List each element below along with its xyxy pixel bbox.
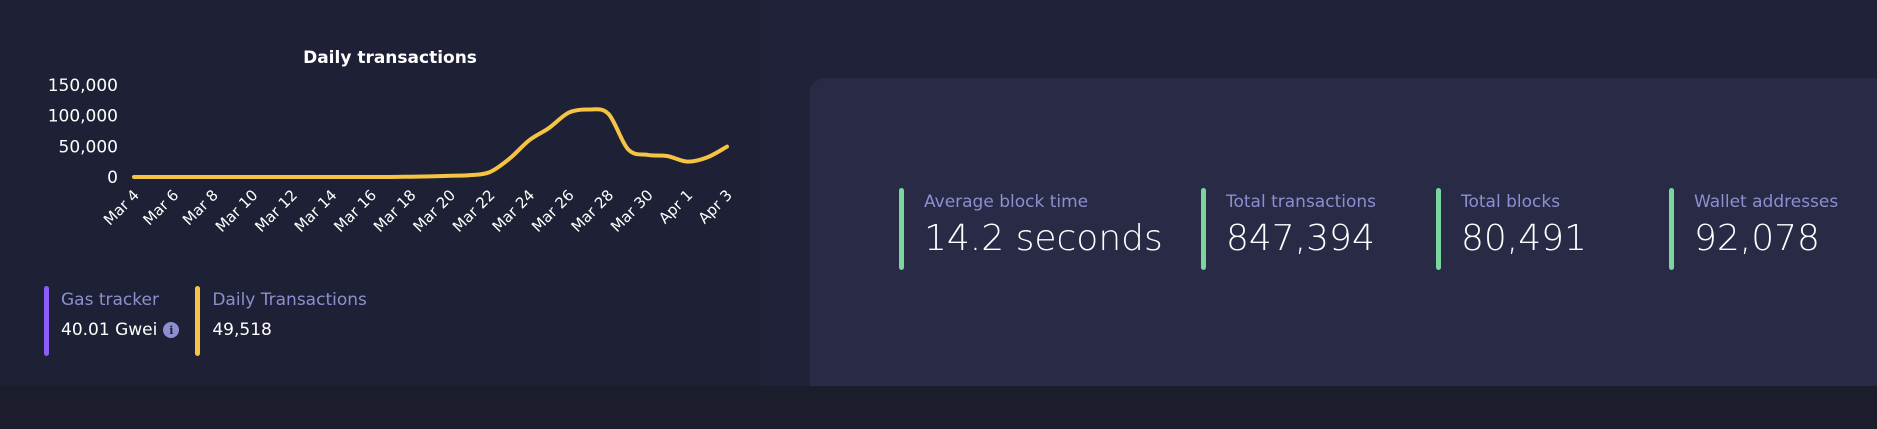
- x-tick-label: Mar 30: [607, 186, 657, 236]
- total-blocks-label: Total blocks: [1461, 192, 1561, 212]
- wallet-addresses-value: 92,078: [1694, 218, 1820, 259]
- gas-tracker-value-row: 40.01 Gwei i: [61, 320, 180, 340]
- wallet-addresses-label: Wallet addresses: [1694, 192, 1839, 212]
- total-blocks-value: 80,491: [1461, 218, 1587, 259]
- daily-transactions-chart: 150,000100,00050,0000Mar 4Mar 6Mar 8Mar …: [48, 76, 736, 236]
- x-tick-label: Mar 24: [489, 186, 539, 236]
- total-transactions-label: Total transactions: [1226, 192, 1376, 212]
- daily-transactions-value-row: 49,518: [212, 320, 367, 340]
- daily-transactions-stat: Daily Transactions 49,518: [195, 286, 367, 356]
- series-line: [132, 107, 729, 180]
- x-tick-label: Mar 12: [251, 186, 301, 236]
- x-tick-label: Mar 10: [212, 186, 262, 236]
- y-tick-label: 100,000: [48, 107, 118, 127]
- stats-header: Daily transactions 150,000 100,000 50,000 0…: [0, 0, 1877, 386]
- average-block-time-label: Average block time: [924, 192, 1089, 212]
- x-tick-label: Mar 28: [568, 186, 618, 236]
- daily-transactions-chart-card: Daily transactions 150,000 100,000 50,000 0…: [0, 0, 760, 386]
- x-tick-label: Mar 26: [528, 186, 578, 236]
- wallet-addresses-stat: Wallet addresses 92,078: [1669, 188, 1838, 270]
- info-icon[interactable]: i: [163, 322, 180, 338]
- gas-tracker-accent-bar: [44, 286, 49, 356]
- stat-accent-bar: [899, 188, 904, 270]
- total-blocks-stat: Total blocks 80,491: [1436, 188, 1587, 270]
- daily-transactions-label: Daily Transactions: [212, 290, 367, 310]
- total-transactions-stat: Total transactions 847,394: [1201, 188, 1376, 270]
- mini-stats: Gas tracker 40.01 Gwei i Daily Transacti…: [44, 286, 367, 356]
- x-tick-label: Mar 22: [449, 186, 499, 236]
- average-block-time-value: 14.2 seconds: [924, 218, 1163, 259]
- y-tick-label: 150,000: [48, 76, 118, 96]
- x-tick-label: Mar 16: [330, 186, 380, 236]
- total-transactions-value: 847,394: [1226, 218, 1375, 259]
- x-tick-label: Mar 14: [291, 186, 341, 236]
- x-tick-label: Mar 6: [139, 186, 182, 229]
- x-tick-label: Apr 3: [695, 186, 736, 227]
- stat-accent-bar: [1669, 188, 1674, 270]
- stat-accent-bar: [1201, 188, 1206, 270]
- x-tick-label: Apr 1: [655, 186, 696, 227]
- average-block-time-stat: Average block time 14.2 seconds: [899, 188, 1163, 270]
- daily-transactions-value: 49,518: [212, 320, 272, 340]
- dashboard-page: Daily transactions 150,000 100,000 50,000 0…: [0, 0, 1877, 429]
- x-tick-label: Mar 4: [100, 186, 143, 229]
- daily-transactions-accent-bar: [195, 286, 201, 356]
- stat-accent-bar: [1436, 188, 1441, 270]
- gas-tracker-value: 40.01 Gwei: [61, 320, 158, 340]
- gas-tracker-stat: Gas tracker 40.01 Gwei i: [44, 286, 180, 356]
- y-tick-label: 50,000: [59, 137, 118, 157]
- network-stats-panel: Average block time 14.2 seconds Total tr…: [810, 78, 1877, 386]
- gas-tracker-label: Gas tracker: [61, 290, 159, 310]
- y-tick-label: 0: [107, 168, 118, 188]
- x-tick-label: Mar 18: [370, 186, 420, 236]
- x-tick-label: Mar 20: [409, 186, 459, 236]
